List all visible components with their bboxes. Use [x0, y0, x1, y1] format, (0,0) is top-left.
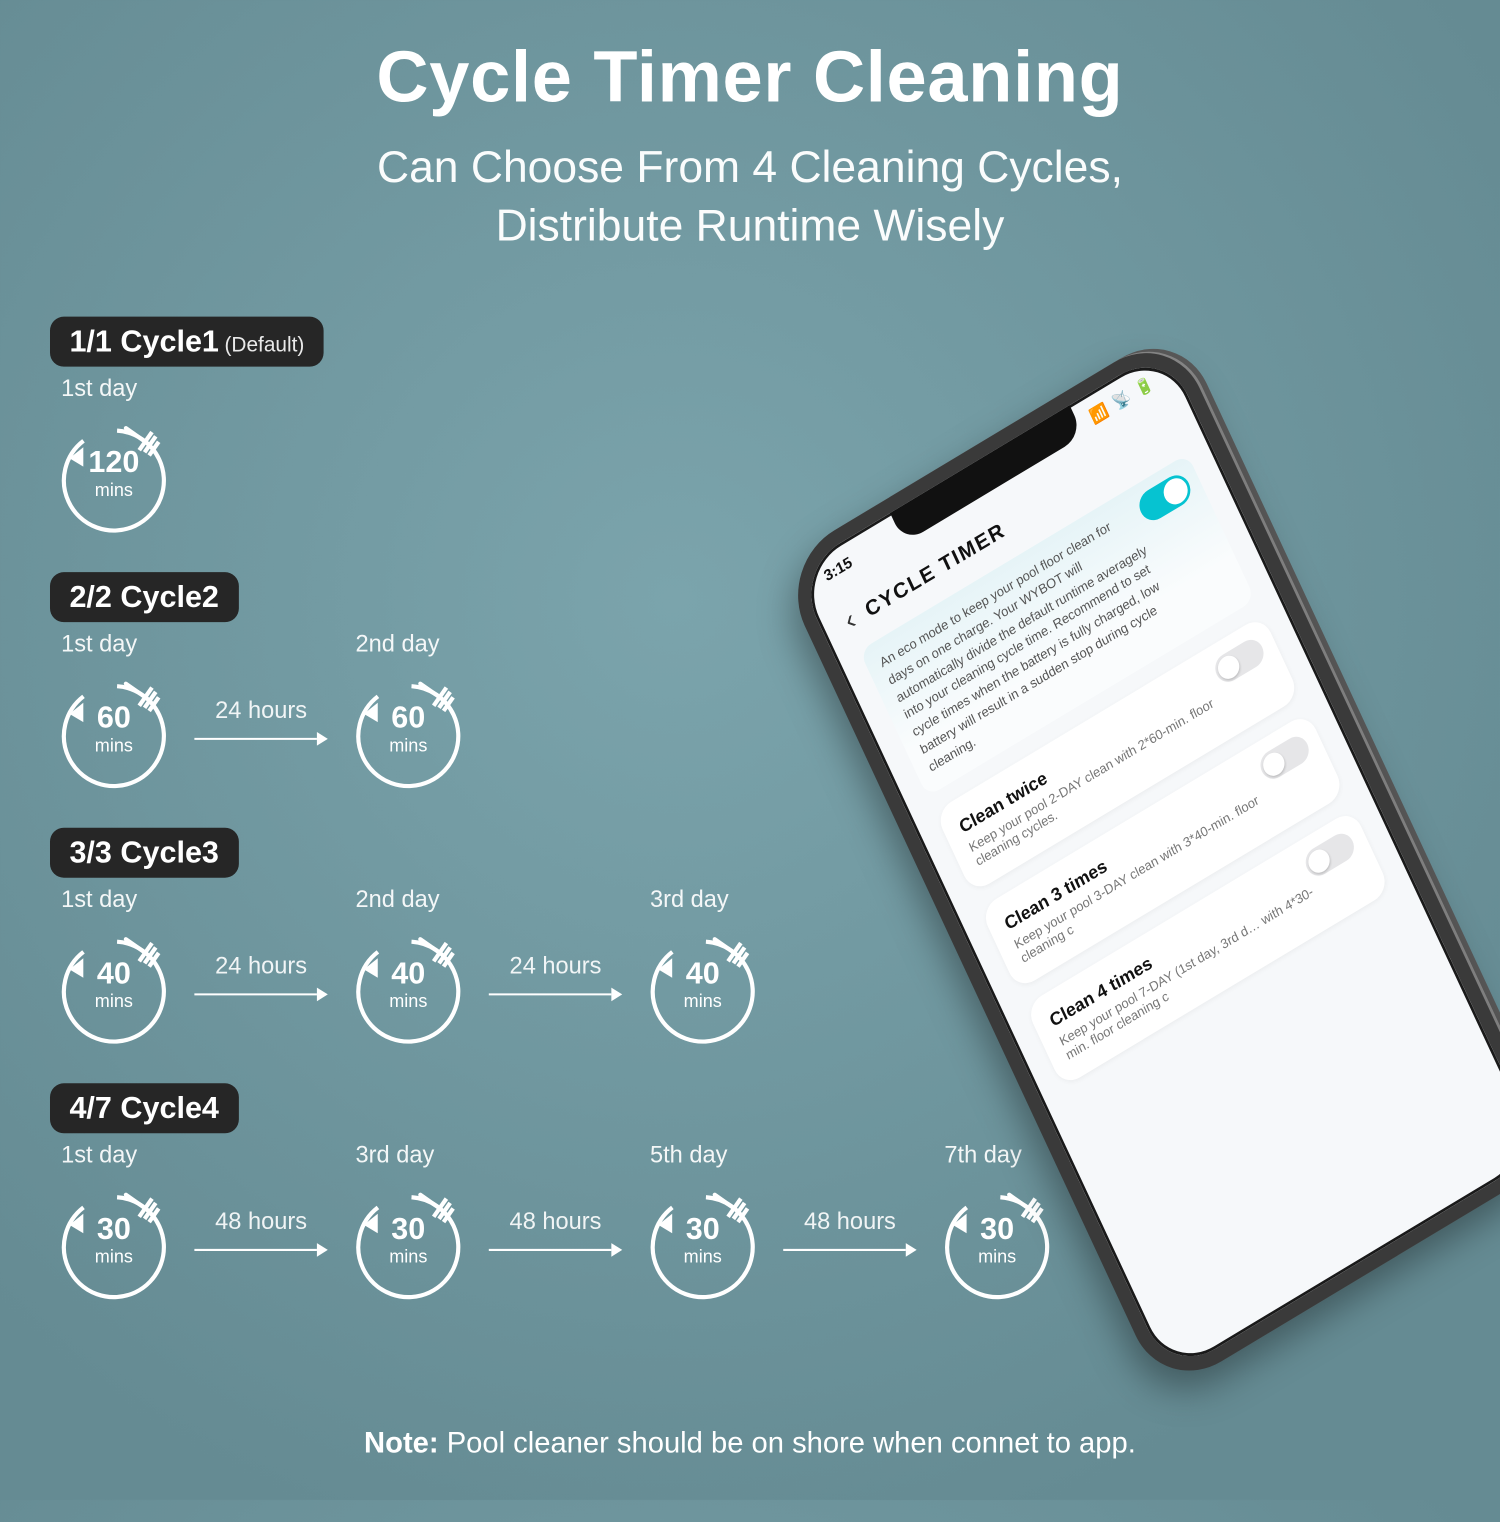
page-subtitle: Can Choose From 4 Cleaning Cycles, Distr… [0, 139, 1500, 255]
cycle-stage: 1st day 120 mins [50, 375, 178, 536]
stage-mins: 40 [391, 955, 425, 990]
stage-unit: mins [344, 992, 472, 1010]
timer-icon: 40 mins [639, 919, 767, 1047]
cycle-stage: 1st day 60mins [50, 631, 178, 792]
cycle-gap: 24 hours [192, 697, 331, 750]
stage-mins: 30 [980, 1211, 1014, 1246]
cycle-gap: 48 hours [781, 1208, 920, 1261]
stage-mins: 40 [97, 955, 131, 990]
stage-day: 5th day [650, 1142, 727, 1170]
cycle-stage: 2nd day 60mins [344, 631, 472, 792]
stage-mins: 30 [97, 1211, 131, 1246]
stage-unit: mins [933, 1247, 1061, 1265]
cycle-stage: 1st day 40 mins [50, 886, 178, 1047]
stage-day: 3rd day [356, 1142, 435, 1170]
gap-label: 24 hours [510, 953, 602, 981]
cycle-gap: 24 hours [192, 953, 331, 1006]
stage-day: 1st day [61, 631, 137, 659]
page-title: Cycle Timer Cleaning [0, 0, 1500, 119]
back-icon[interactable]: ‹ [840, 604, 861, 638]
option-toggle[interactable] [1256, 732, 1313, 785]
cycle-stage: 7th day 30mins [933, 1142, 1061, 1303]
arrow-right-icon [781, 1239, 920, 1261]
stage-day: 7th day [944, 1142, 1021, 1170]
stage-day: 2nd day [356, 886, 440, 914]
timer-icon: 30mins [933, 1175, 1061, 1303]
cycle-gap: 48 hours [192, 1208, 331, 1261]
option-toggle[interactable] [1211, 635, 1268, 688]
stage-day: 1st day [61, 375, 137, 403]
stage-unit: mins [344, 736, 472, 754]
stage-unit: mins [50, 481, 178, 499]
timer-icon: 30mins [50, 1175, 178, 1303]
timer-icon: 40 mins [344, 919, 472, 1047]
cycle-stage: 3rd day 30mins [344, 1142, 472, 1303]
timer-icon: 60mins [344, 664, 472, 792]
timer-icon: 30mins [344, 1175, 472, 1303]
cycle: 4/7 Cycle41st day30mins48 hours3rd day30… [50, 1083, 1153, 1302]
gap-label: 24 hours [215, 953, 307, 981]
timer-icon: 60mins [50, 664, 178, 792]
arrow-right-icon [486, 1239, 625, 1261]
cycle-gap: 24 hours [486, 953, 625, 1006]
cycle-badge: 1/1 Cycle1 (Default) [50, 317, 324, 367]
arrow-right-icon [192, 983, 331, 1005]
footer-note: Note: Pool cleaner should be on shore wh… [0, 1428, 1500, 1461]
gap-label: 48 hours [804, 1208, 896, 1236]
stage-mins: 60 [391, 700, 425, 735]
stage-mins: 120 [88, 444, 139, 479]
cycle-badge: 4/7 Cycle4 [50, 1083, 238, 1133]
cycle-badge: 2/2 Cycle2 [50, 572, 238, 622]
cycle-stage: 5th day 30mins [639, 1142, 767, 1303]
stage-mins: 30 [686, 1211, 720, 1246]
stage-unit: mins [344, 1247, 472, 1265]
stage-day: 1st day [61, 1142, 137, 1170]
stage-unit: mins [50, 992, 178, 1010]
stage-day: 1st day [61, 886, 137, 914]
stage-mins: 30 [391, 1211, 425, 1246]
cycle-badge: 3/3 Cycle3 [50, 828, 238, 878]
cycle-gap: 48 hours [486, 1208, 625, 1261]
cycle-badge-note: (Default) [224, 333, 304, 357]
stage-unit: mins [50, 1247, 178, 1265]
gap-label: 24 hours [215, 697, 307, 725]
stage-mins: 40 [686, 955, 720, 990]
cycle-stage: 3rd day 40 mins [639, 886, 767, 1047]
stage-day: 2nd day [356, 631, 440, 659]
gap-label: 48 hours [510, 1208, 602, 1236]
cycle-stage: 2nd day 40 mins [344, 886, 472, 1047]
timer-icon: 30mins [639, 1175, 767, 1303]
timer-icon: 120 mins [50, 408, 178, 536]
master-toggle[interactable] [1135, 470, 1196, 526]
arrow-right-icon [192, 1239, 331, 1261]
cycle-stage: 1st day 30mins [50, 1142, 178, 1303]
stage-mins: 60 [97, 700, 131, 735]
stage-unit: mins [50, 736, 178, 754]
stage-unit: mins [639, 1247, 767, 1265]
gap-label: 48 hours [215, 1208, 307, 1236]
timer-icon: 40 mins [50, 919, 178, 1047]
stage-unit: mins [639, 992, 767, 1010]
arrow-right-icon [192, 728, 331, 750]
option-toggle[interactable] [1301, 829, 1358, 882]
arrow-right-icon [486, 983, 625, 1005]
stage-day: 3rd day [650, 886, 729, 914]
